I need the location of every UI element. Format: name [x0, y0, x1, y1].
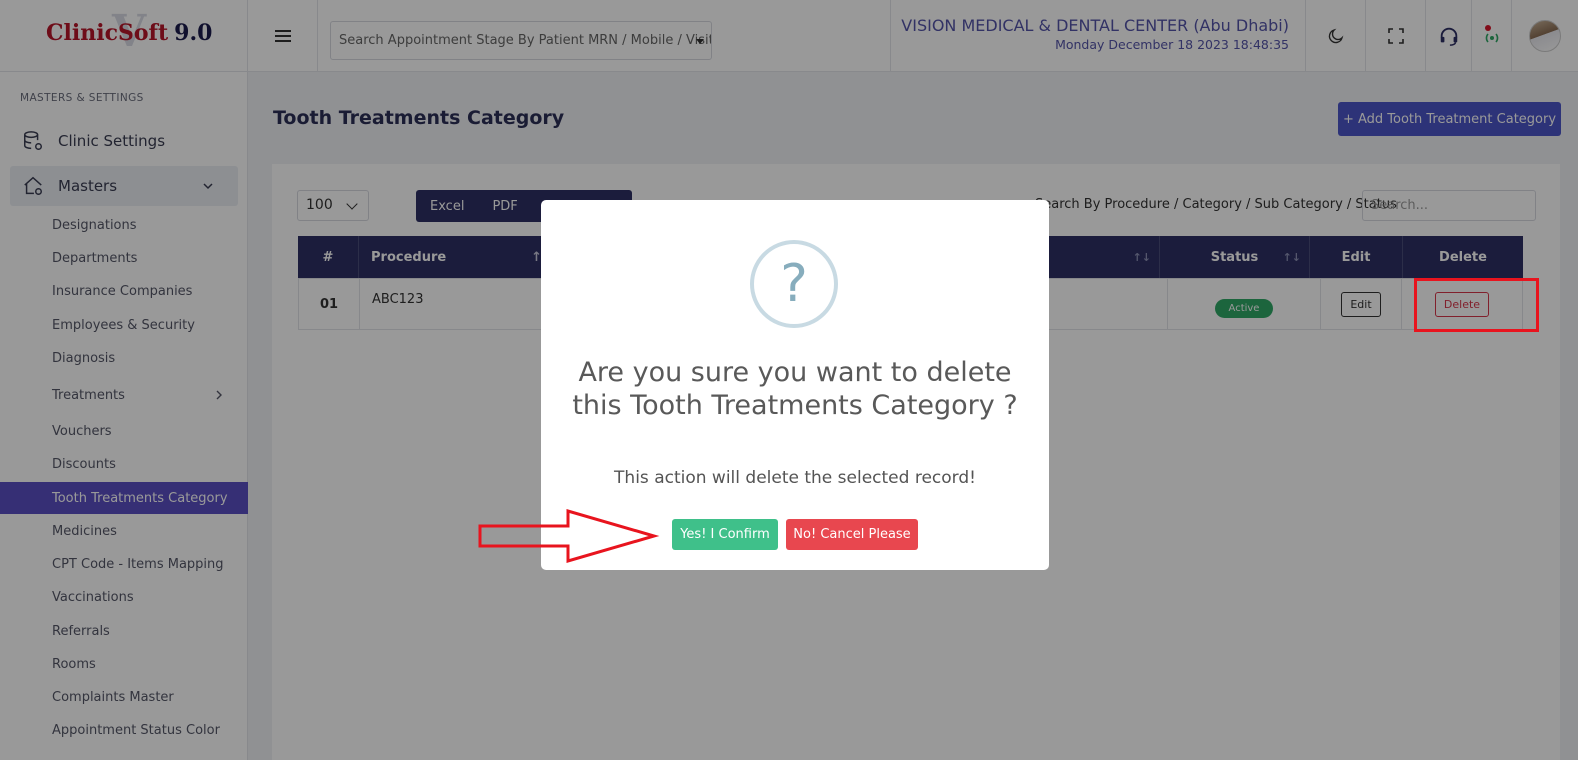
- annotation-arrow-icon: [478, 509, 660, 563]
- dialog-title: Are you sure you want to delete this Too…: [572, 357, 1018, 421]
- cancel-button[interactable]: No! Cancel Please: [786, 519, 918, 550]
- question-icon: ?: [750, 240, 838, 328]
- confirm-button[interactable]: Yes! I Confirm: [672, 519, 778, 550]
- dialog-message: This action will delete the selected rec…: [614, 468, 976, 488]
- annotation-highlight-box: [1414, 278, 1539, 332]
